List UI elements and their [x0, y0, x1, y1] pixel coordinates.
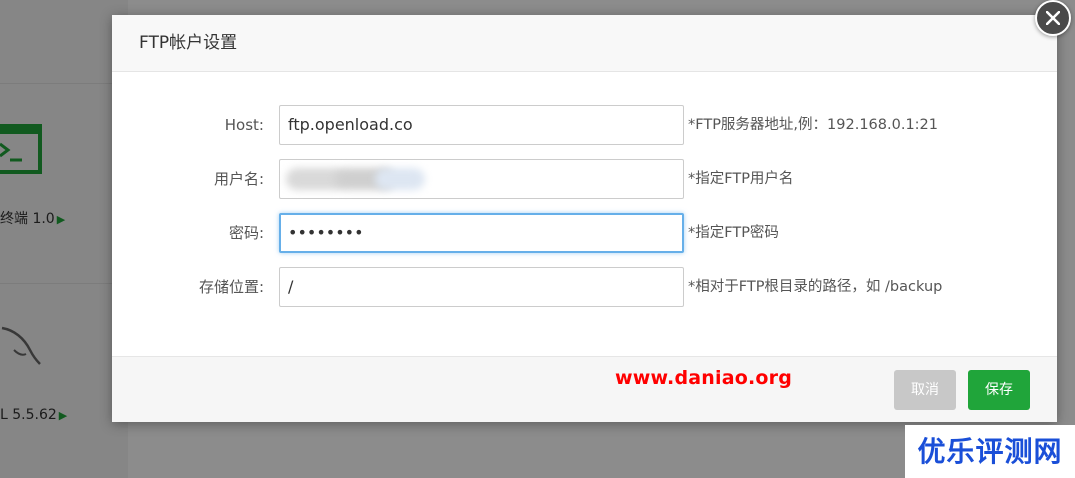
dialog-header: FTP帐户设置: [112, 15, 1057, 72]
storage-path-row: 存储位置: / *相对于FTP根目录的路径，如 /backup: [112, 267, 1057, 307]
dialog-title: FTP帐户设置: [139, 33, 238, 53]
password-label: 密码:: [228, 224, 264, 242]
password-hint: *指定FTP密码: [688, 225, 779, 241]
cancel-button[interactable]: 取消: [894, 370, 956, 410]
save-button[interactable]: 保存: [968, 370, 1030, 410]
redaction-blur: [375, 168, 425, 190]
dialog-footer: www.daniao.org 取消 保存: [112, 356, 1057, 422]
storage-path-input[interactable]: /: [279, 267, 684, 307]
storage-path-hint: *相对于FTP根目录的路径，如 /backup: [688, 279, 943, 295]
close-icon: [1046, 11, 1060, 25]
ftp-settings-dialog: FTP帐户设置 Host: ftp.openload.co *FTP服务器地址,…: [112, 15, 1057, 422]
storage-path-label: 存储位置:: [198, 278, 264, 296]
watermark-text: www.daniao.org: [615, 367, 793, 389]
username-input[interactable]: [279, 159, 684, 199]
host-row: Host: ftp.openload.co *FTP服务器地址,例：192.16…: [112, 105, 1057, 145]
password-input[interactable]: ••••••••: [279, 213, 684, 253]
host-input[interactable]: ftp.openload.co: [279, 105, 684, 145]
password-row: 密码: •••••••• *指定FTP密码: [112, 213, 1057, 253]
username-row: 用户名: *指定FTP用户名: [112, 159, 1057, 199]
host-label: Host:: [224, 116, 264, 134]
username-label: 用户名:: [213, 170, 264, 188]
username-hint: *指定FTP用户名: [688, 171, 794, 187]
brand-watermark: 优乐评测网: [905, 425, 1075, 478]
host-hint: *FTP服务器地址,例：192.168.0.1:21: [688, 117, 939, 133]
close-button[interactable]: [1035, 0, 1071, 36]
